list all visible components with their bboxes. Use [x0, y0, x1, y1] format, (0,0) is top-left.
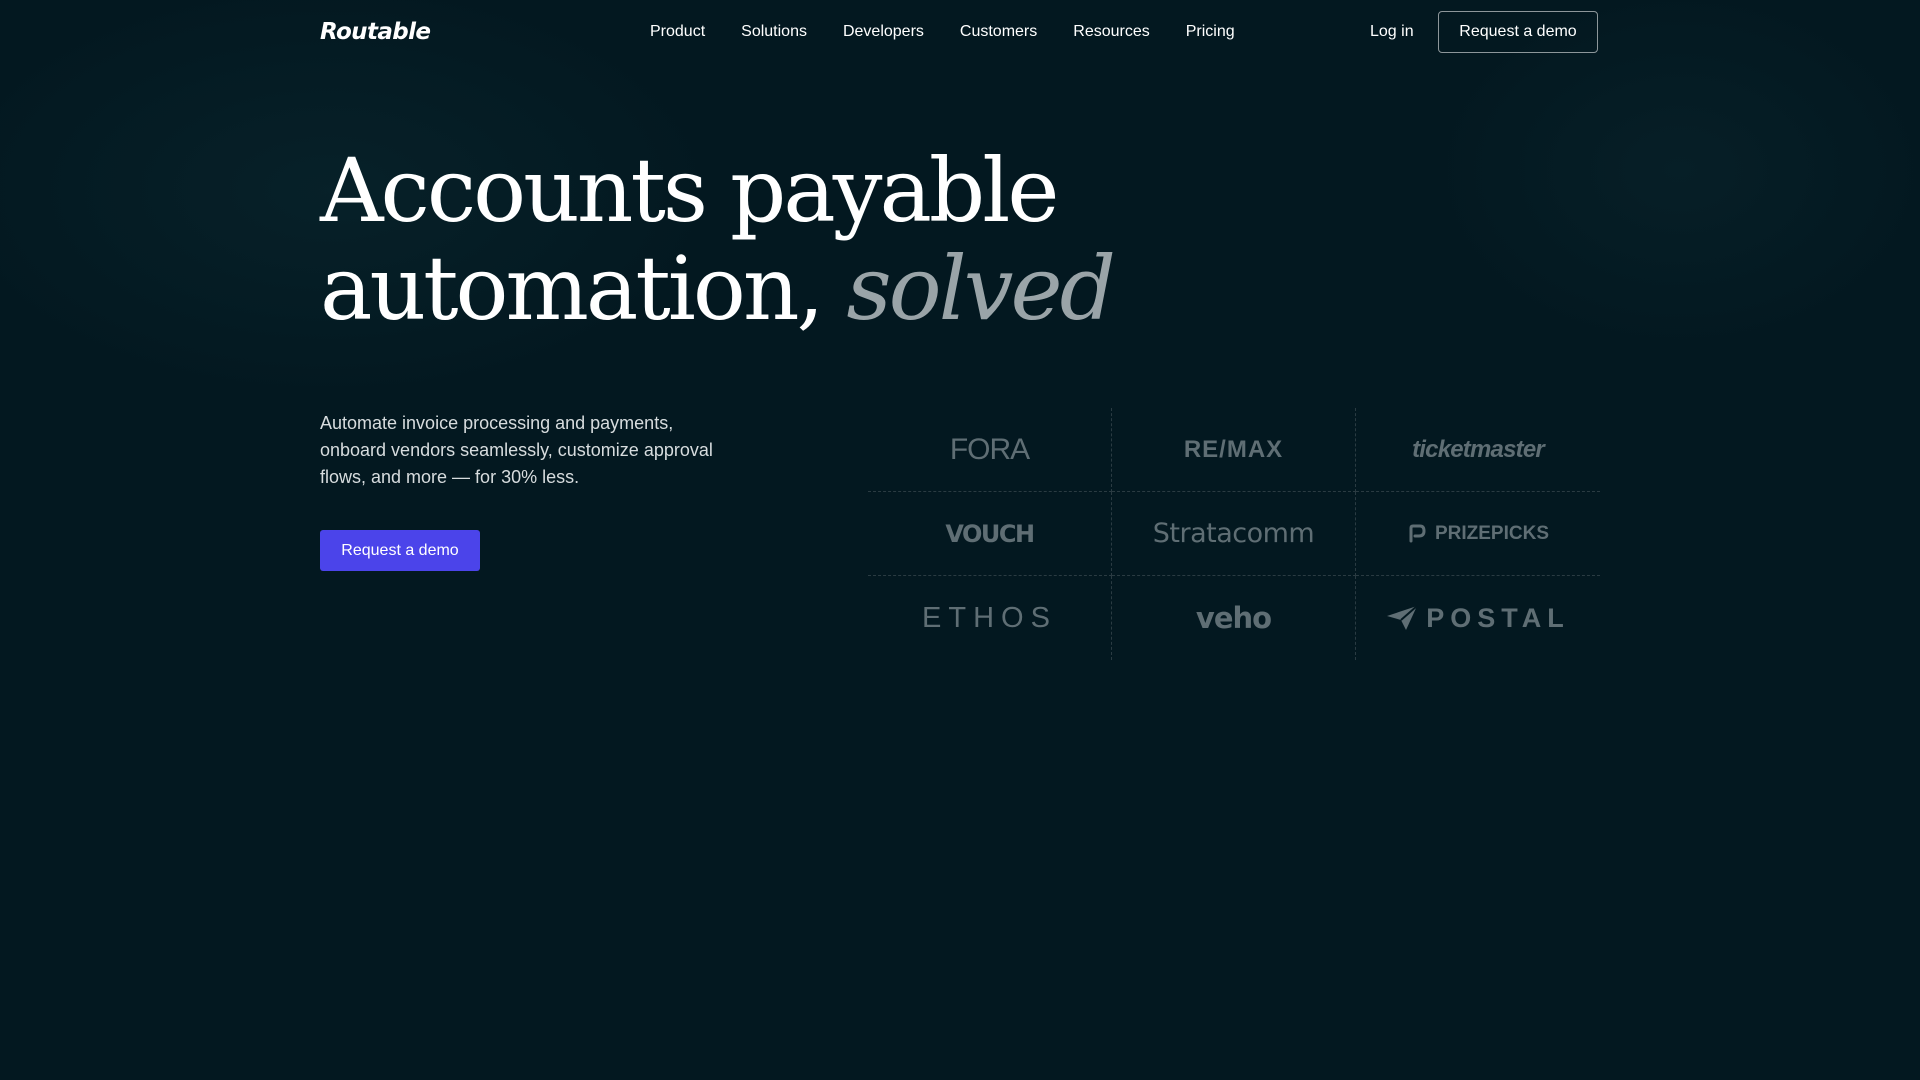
- hero-headline: Accounts payable automation, solved: [320, 139, 1116, 340]
- login-link[interactable]: Log in: [1370, 20, 1414, 44]
- logo-cell: VOUCH: [868, 492, 1112, 576]
- paper-plane-icon: [1387, 605, 1418, 630]
- nav-resources[interactable]: Resources: [1073, 20, 1149, 44]
- ticketmaster-logo: ticketmaster: [1412, 435, 1545, 463]
- headline-line-2-text: automation,: [320, 237, 847, 340]
- main-menu: Product Solutions Developers Customers R…: [650, 20, 1271, 44]
- hero-subtext: Automate invoice processing and payments…: [320, 413, 713, 487]
- nav-developers[interactable]: Developers: [843, 20, 924, 44]
- headline-line-2: automation, solved: [320, 237, 1116, 340]
- logo-cell: FORA: [868, 408, 1112, 492]
- nav-customers[interactable]: Customers: [960, 20, 1037, 44]
- postal-logo: POSTAL: [1426, 602, 1570, 633]
- logo-cell: ETHOS: [868, 576, 1112, 660]
- routable-logo[interactable]: Routable: [320, 18, 431, 46]
- vouch-logo: VOUCH: [945, 519, 1035, 548]
- logo-cell: RE/MAX: [1112, 408, 1356, 492]
- stratacomm-logo: Stratacomm: [1152, 518, 1315, 549]
- top-navigation: Routable Product Solutions Developers Cu…: [0, 0, 1920, 64]
- logo-cell: POSTAL: [1356, 576, 1600, 660]
- nav-pricing[interactable]: Pricing: [1186, 20, 1235, 44]
- logo-cell: Stratacomm: [1112, 492, 1356, 576]
- nav-request-demo-button[interactable]: Request a demo: [1438, 11, 1598, 53]
- headline-emphasis: solved: [846, 237, 1116, 340]
- veho-logo: veho: [1195, 601, 1272, 635]
- fora-logo: FORA: [949, 432, 1030, 466]
- hero-request-demo-button[interactable]: Request a demo: [320, 530, 480, 571]
- ethos-logo: ETHOS: [922, 601, 1057, 634]
- prizepicks-logo: PRIZEPICKS: [1434, 522, 1550, 544]
- prizepicks-brand: PRIZEPICKS: [1407, 523, 1549, 545]
- logo-cell: veho: [1112, 576, 1356, 660]
- remax-logo: RE/MAX: [1183, 435, 1284, 463]
- nav-product[interactable]: Product: [650, 20, 705, 44]
- customer-logo-grid: FORA RE/MAX ticketmaster VOUCH Stratacom…: [868, 408, 1600, 660]
- logo-cell: PRIZEPICKS: [1356, 492, 1600, 576]
- postal-brand: POSTAL: [1386, 603, 1570, 634]
- nav-solutions[interactable]: Solutions: [741, 20, 807, 44]
- headline-line-1: Accounts payable: [320, 139, 1059, 242]
- prizepicks-mark-icon: [1409, 524, 1426, 542]
- logo-cell: ticketmaster: [1356, 408, 1600, 492]
